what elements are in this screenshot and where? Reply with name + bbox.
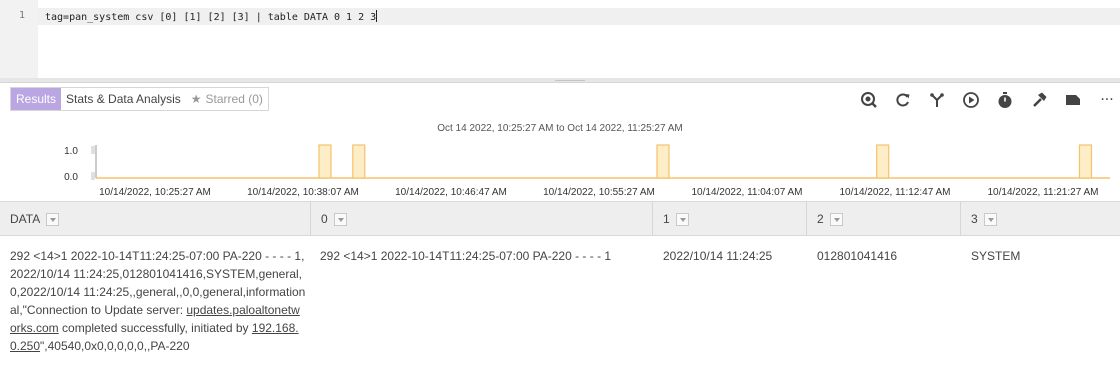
save-tag-icon[interactable] bbox=[1060, 87, 1086, 113]
histogram-svg: 1.0 0.0 10/14/2022, 10:25:27 AM 10/14/2022,… bbox=[64, 144, 1110, 198]
results-table: DATA 0 1 2 3 292 <14>1 2022-10-14T11:24:… bbox=[0, 201, 1120, 391]
timer-icon[interactable] bbox=[992, 87, 1018, 113]
tab-results[interactable]: Results bbox=[11, 88, 62, 110]
build-hammer-icon[interactable] bbox=[1026, 87, 1052, 113]
x-tick-label: 10/14/2022, 11:21:27 AM bbox=[987, 187, 1098, 198]
histogram-bar bbox=[876, 144, 890, 179]
query-text[interactable]: tag=pan_system csv [0] [1] [2] [3] | tab… bbox=[45, 10, 378, 23]
column-header-data[interactable]: DATA bbox=[0, 202, 311, 236]
x-tick-label: 10/14/2022, 10:25:27 AM bbox=[99, 187, 211, 198]
table-cell-0: 292 <14>1 2022-10-14T11:24:25-07:00 PA-2… bbox=[320, 249, 612, 263]
tab-starred-label: Starred (0) bbox=[205, 92, 263, 106]
y-tick-label: 1.0 bbox=[64, 146, 78, 157]
y-tick-label: 0.0 bbox=[64, 172, 78, 183]
table-header: DATA 0 1 2 3 bbox=[0, 201, 1120, 236]
histogram-bar bbox=[352, 144, 366, 179]
column-header-0[interactable]: 0 bbox=[311, 202, 653, 236]
column-menu-icon[interactable] bbox=[46, 212, 60, 226]
results-tabbar: Results Stats & Data Analysis ★ Starred (… bbox=[0, 83, 1120, 119]
column-header-1[interactable]: 1 bbox=[653, 202, 807, 236]
column-header-2[interactable]: 2 bbox=[807, 202, 961, 236]
query-editor[interactable]: 1 tag=pan_system csv [0] [1] [2] [3] | t… bbox=[0, 0, 1120, 78]
search-in-results-icon[interactable] bbox=[856, 87, 882, 113]
event-histogram: Oct 14 2022, 10:25:27 AM to Oct 14 2022,… bbox=[0, 119, 1120, 201]
column-menu-icon[interactable] bbox=[983, 212, 997, 226]
table-cell-1: 2022/10/14 11:24:25 bbox=[663, 249, 773, 263]
x-tick-label: 10/14/2022, 10:55:27 AM bbox=[543, 187, 655, 198]
x-tick-label: 10/14/2022, 10:46:47 AM bbox=[395, 187, 507, 198]
play-icon[interactable] bbox=[958, 87, 984, 113]
tab-starred[interactable]: ★ Starred (0) bbox=[186, 88, 268, 110]
histogram-bar bbox=[656, 144, 670, 179]
star-icon: ★ bbox=[190, 92, 202, 106]
results-tabs: Results Stats & Data Analysis ★ Starred (… bbox=[10, 87, 269, 111]
filter-fork-icon[interactable] bbox=[924, 87, 950, 113]
table-cell-2: 012801041416 bbox=[817, 249, 898, 263]
refresh-icon[interactable] bbox=[890, 87, 916, 113]
more-options-icon[interactable]: ··· bbox=[1094, 87, 1120, 113]
tab-stats-data-analysis[interactable]: Stats & Data Analysis bbox=[61, 88, 186, 110]
x-tick-label: 10/14/2022, 11:04:07 AM bbox=[691, 187, 802, 198]
table-cell-data: 292 <14>1 2022-10-14T11:24:25-07:00 PA-2… bbox=[10, 249, 306, 353]
text-caret bbox=[376, 10, 378, 22]
line-number: 1 bbox=[19, 10, 26, 21]
column-menu-icon[interactable] bbox=[675, 212, 689, 226]
histogram-bar bbox=[1078, 144, 1093, 179]
column-header-3[interactable]: 3 bbox=[961, 202, 1120, 236]
results-toolbar: ··· bbox=[848, 87, 1120, 113]
column-menu-icon[interactable] bbox=[333, 212, 347, 226]
histogram-bar bbox=[318, 144, 332, 179]
table-cell-3: SYSTEM bbox=[971, 249, 1021, 263]
column-menu-icon[interactable] bbox=[829, 212, 843, 226]
x-tick-label: 10/14/2022, 11:12:47 AM bbox=[839, 187, 950, 198]
x-tick-label: 10/14/2022, 10:38:07 AM bbox=[247, 187, 359, 198]
resize-grip[interactable] bbox=[555, 80, 585, 81]
